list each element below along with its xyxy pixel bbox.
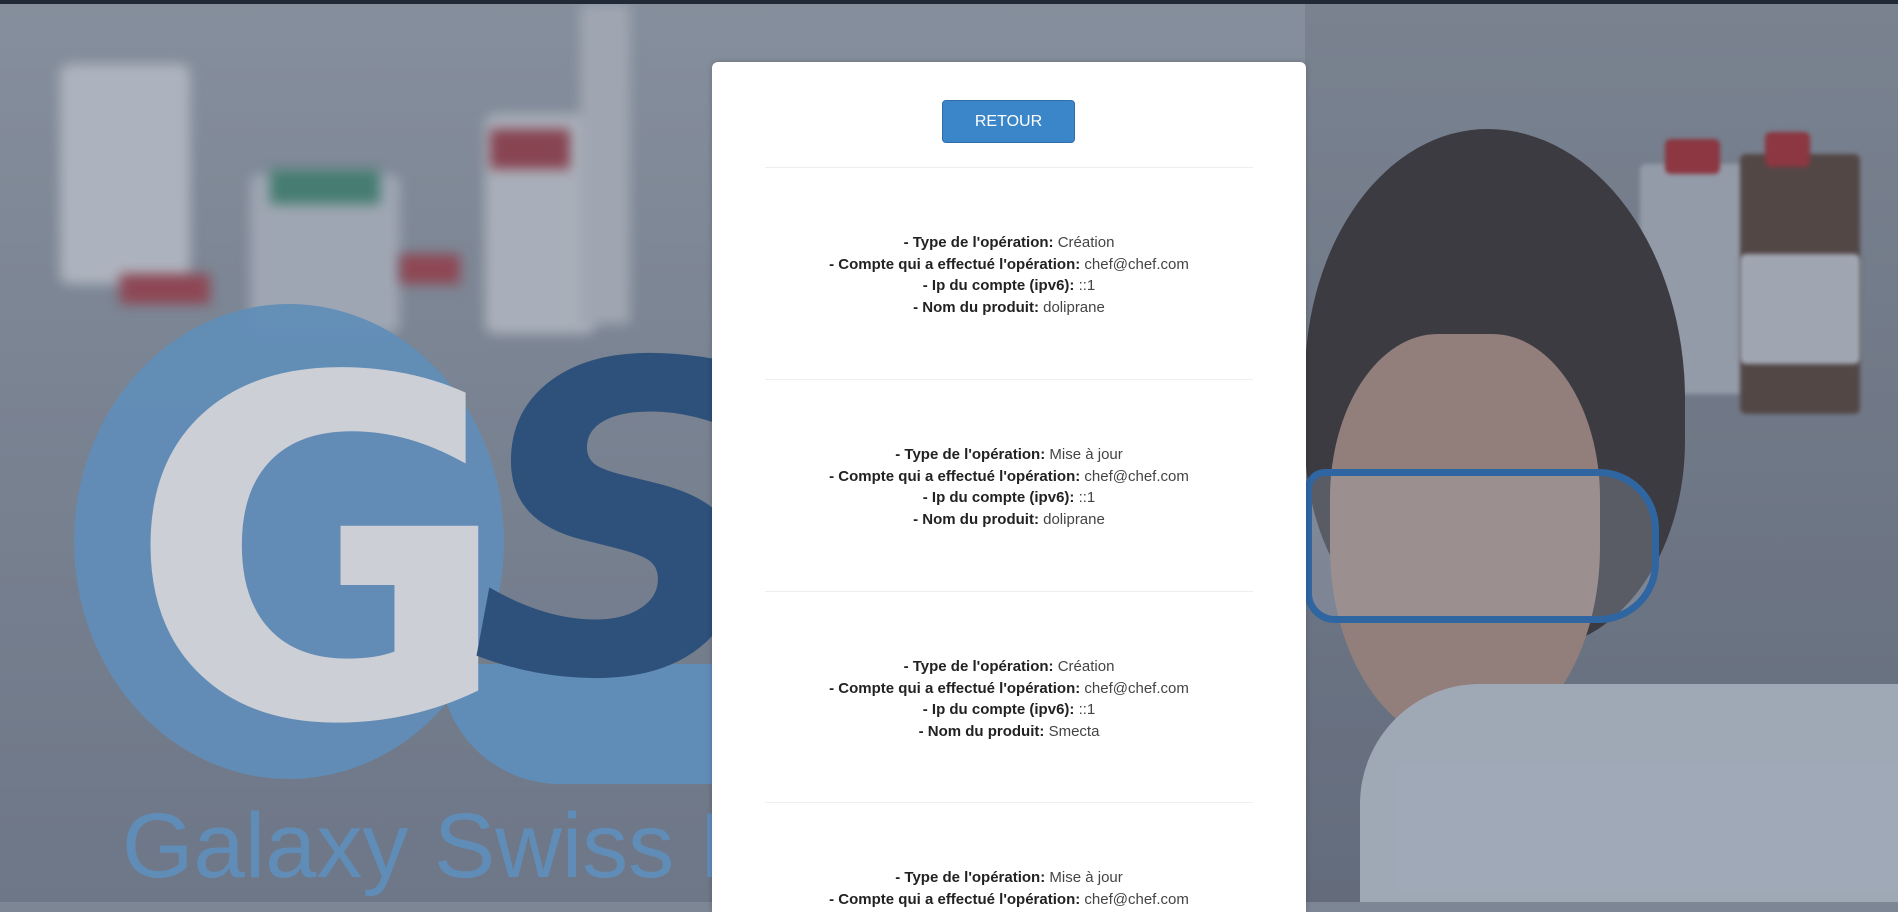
- history-panel: RETOUR - Type de l'opération: Création -…: [712, 62, 1306, 912]
- divider: [765, 379, 1253, 380]
- product-label: - Nom du produit:: [913, 510, 1039, 528]
- divider: [765, 802, 1253, 803]
- divider: [765, 167, 1253, 168]
- type-value: Création: [1057, 658, 1115, 675]
- ip-value: ::1: [1078, 277, 1096, 294]
- account-value: chef@chef.com: [1084, 255, 1189, 273]
- ip-label: - Ip du compte (ipv6):: [922, 489, 1075, 506]
- retour-button[interactable]: RETOUR: [942, 100, 1075, 143]
- type-label: - Type de l'opération:: [895, 446, 1046, 463]
- history-entry: - Type de l'opération: Mise à jour - Com…: [712, 444, 1306, 530]
- account-value: chef@chef.com: [1084, 467, 1189, 485]
- product-label: - Nom du produit:: [918, 722, 1045, 740]
- product-label: - Nom du produit:: [913, 298, 1039, 316]
- product-value: Smecta: [1048, 722, 1100, 740]
- history-entry: - Type de l'opération: Mise à jour - Com…: [712, 867, 1306, 910]
- type-value: Mise à jour: [1049, 869, 1123, 886]
- product-value: doliprane: [1043, 510, 1105, 528]
- type-value: Création: [1057, 234, 1115, 251]
- account-label: - Compte qui a effectué l'opération:: [829, 890, 1081, 908]
- type-label: - Type de l'opération:: [895, 869, 1046, 886]
- account-label: - Compte qui a effectué l'opération:: [829, 255, 1081, 273]
- divider: [765, 591, 1253, 592]
- account-value: chef@chef.com: [1084, 679, 1189, 697]
- product-value: doliprane: [1043, 298, 1105, 316]
- ip-value: ::1: [1078, 701, 1096, 718]
- account-label: - Compte qui a effectué l'opération:: [829, 467, 1081, 485]
- account-value: chef@chef.com: [1084, 890, 1189, 908]
- account-label: - Compte qui a effectué l'opération:: [829, 679, 1081, 697]
- ip-label: - Ip du compte (ipv6):: [922, 701, 1075, 718]
- history-entry: - Type de l'opération: Création - Compte…: [712, 232, 1306, 318]
- type-label: - Type de l'opération:: [903, 658, 1054, 675]
- type-value: Mise à jour: [1049, 446, 1123, 463]
- history-entry: - Type de l'opération: Création - Compte…: [712, 656, 1306, 742]
- ip-label: - Ip du compte (ipv6):: [922, 277, 1075, 294]
- ip-value: ::1: [1078, 489, 1096, 506]
- type-label: - Type de l'opération:: [903, 234, 1054, 251]
